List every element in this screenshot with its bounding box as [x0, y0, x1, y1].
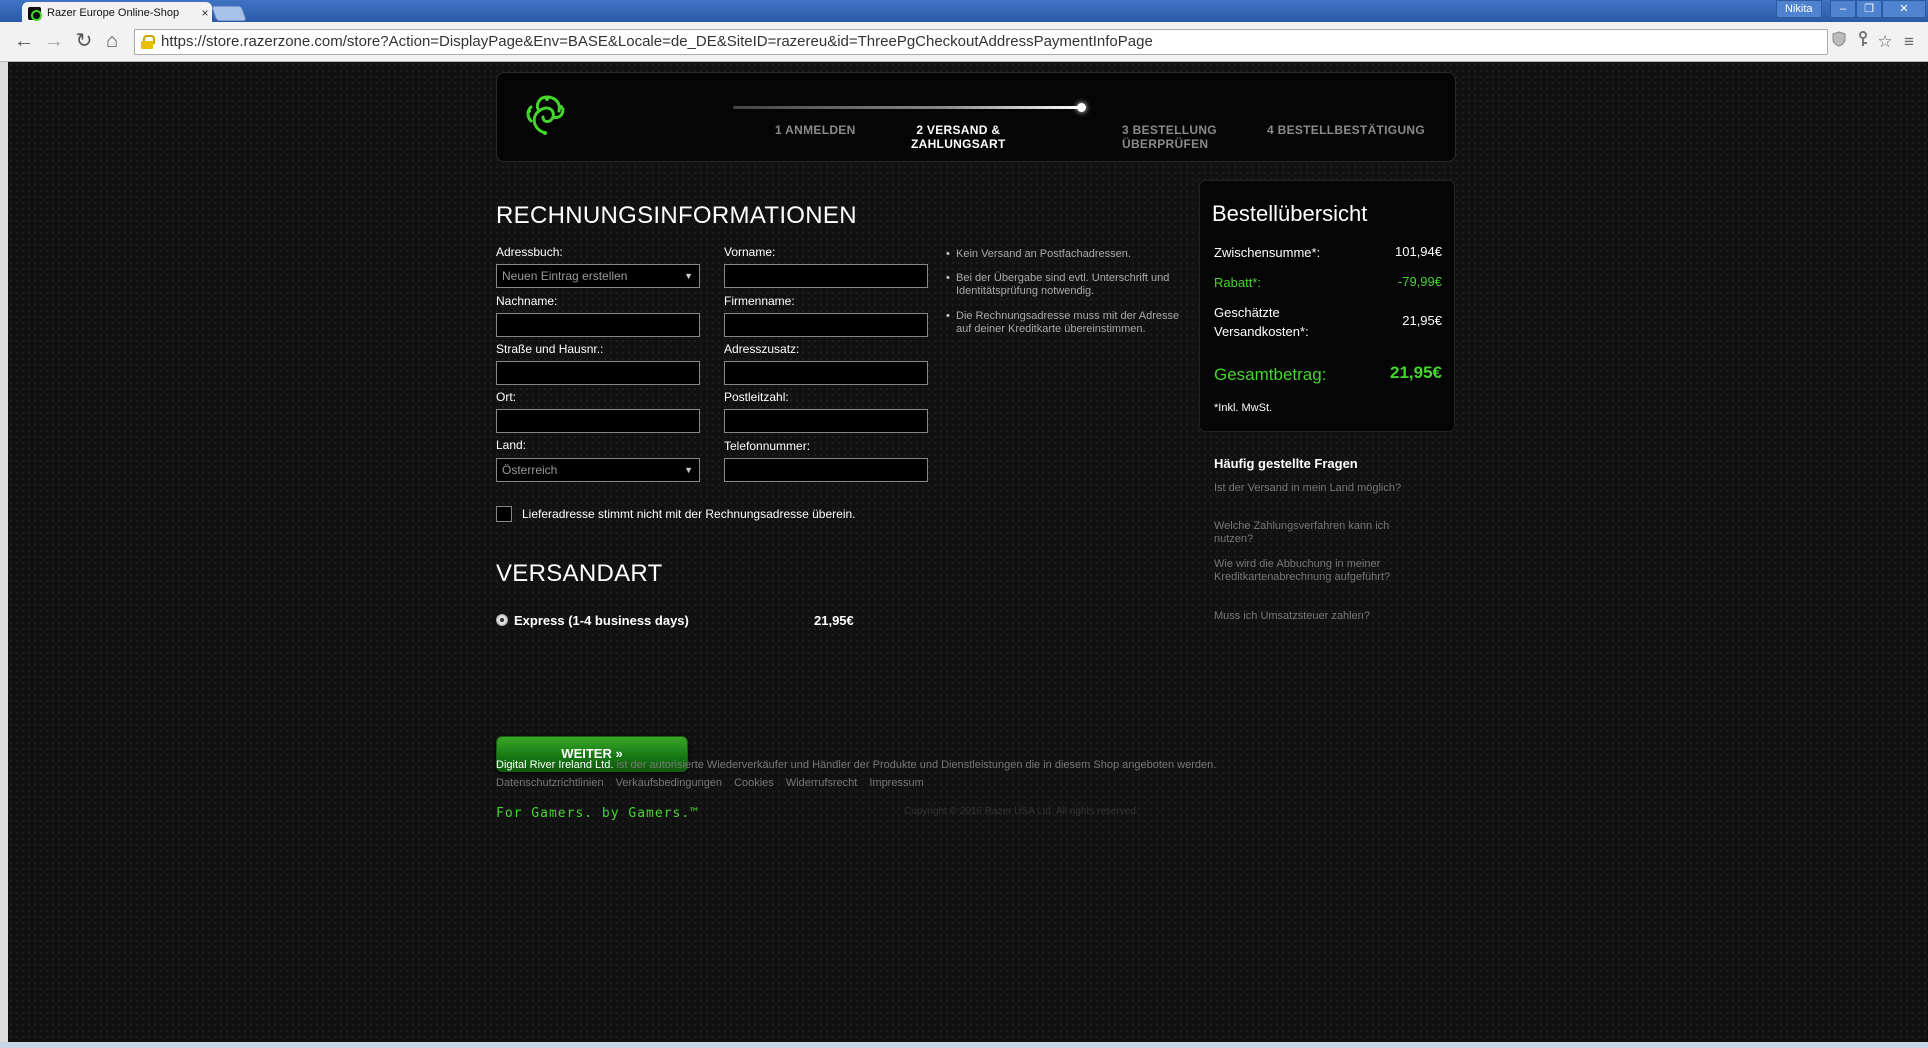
step-bestellung-ueberpruefen: 3 BESTELLUNG ÜBERPRÜFEN	[1122, 123, 1217, 151]
browser-toolbar: ← → ↻ ⌂ https://store.razerzone.com/stor…	[0, 22, 1928, 62]
shipping-differs-label: Lieferadresse stimmt nicht mit der Rechn…	[522, 507, 856, 521]
express-option-label: Express (1-4 business days)	[514, 613, 689, 628]
footer-company-text: ist der autorisierte Wiederverkäufer und…	[613, 759, 1217, 771]
city-input[interactable]	[496, 409, 700, 433]
phone-input[interactable]	[724, 458, 928, 482]
new-tab-button[interactable]	[211, 6, 247, 21]
footer-link-impressum[interactable]: Impressum	[869, 777, 923, 789]
checkout-progress-bar	[733, 106, 1083, 109]
note-item: Kein Versand an Postfachadressen.	[946, 248, 1196, 261]
express-radio[interactable]	[496, 614, 508, 626]
address-book-value: Neuen Eintrag erstellen	[502, 269, 628, 283]
maximize-button[interactable]: ❐	[1856, 0, 1882, 18]
firstname-label: Vorname:	[724, 245, 776, 259]
address-bar[interactable]: https://store.razerzone.com/store?Action…	[134, 29, 1828, 55]
minimize-button[interactable]: –	[1830, 0, 1856, 18]
note-item: Bei der Übergabe sind evtl. Unterschrift…	[946, 272, 1196, 298]
shipping-differs-checkbox[interactable]	[496, 506, 512, 522]
shipping-cost-value: 21,95€	[1402, 313, 1442, 328]
subtotal-value: 101,94€	[1395, 244, 1442, 259]
lastname-label: Nachname:	[496, 294, 558, 308]
chevron-down-icon: ▼	[684, 271, 693, 281]
billing-title: RECHNUNGSINFORMATIONEN	[496, 202, 857, 229]
vat-note: *Inkl. MwSt.	[1214, 402, 1273, 414]
chrome-menu-icon[interactable]: ≡	[1898, 30, 1920, 54]
footer-legal: Digital River Ireland Ltd. ist der autor…	[496, 759, 1216, 771]
footer-slogan: For Gamers. by Gamers.™	[496, 806, 700, 821]
checkout-header: 1 ANMELDEN 2 VERSAND & ZAHLUNGSART 3 BES…	[496, 72, 1456, 162]
express-option-price: 21,95€	[814, 613, 854, 628]
lock-icon	[141, 35, 155, 49]
step-anmelden: 1 ANMELDEN	[775, 123, 856, 137]
country-label: Land:	[496, 438, 527, 452]
url-text: https://store.razerzone.com/store?Action…	[161, 33, 1153, 50]
shipping-title: VERSANDART	[496, 560, 663, 587]
zip-label: Postleitzahl:	[724, 390, 789, 404]
tab-close-icon[interactable]: ×	[198, 6, 212, 20]
taskbar	[0, 1042, 1928, 1048]
faq-link[interactable]: Wie wird die Abbuchung in meiner Kreditk…	[1214, 558, 1414, 584]
city-label: Ort:	[496, 390, 516, 404]
faq-link[interactable]: Welche Zahlungsverfahren kann ich nutzen…	[1214, 520, 1414, 546]
footer-link-widerrufsrecht[interactable]: Widerrufsrecht	[786, 777, 858, 789]
profile-button[interactable]: Nikita	[1776, 0, 1822, 18]
total-value: 21,95€	[1390, 363, 1442, 382]
country-value: Österreich	[502, 463, 558, 477]
note-item: Die Rechnungsadresse muss mit der Adress…	[946, 310, 1196, 336]
footer-link-verkaufsbedingungen[interactable]: Verkaufsbedingungen	[616, 777, 722, 789]
page-content: 1 ANMELDEN 2 VERSAND & ZAHLUNGSART 3 BES…	[8, 62, 1928, 1042]
step-versand-zahlungsart: 2 VERSAND & ZAHLUNGSART	[911, 123, 1006, 151]
key-extension-icon[interactable]	[1852, 30, 1874, 54]
step-bestellbestaetigung: 4 BESTELLBESTÄTIGUNG	[1267, 123, 1426, 137]
zip-input[interactable]	[724, 409, 928, 433]
lastname-input[interactable]	[496, 313, 700, 337]
address2-label: Adresszusatz:	[724, 342, 800, 356]
browser-tab[interactable]: Razer Europe Online-Shop ×	[22, 2, 212, 24]
order-summary: Bestellübersicht Zwischensumme*: 101,94€…	[1199, 180, 1455, 432]
company-label: Firmenname:	[724, 294, 795, 308]
summary-title: Bestellübersicht	[1212, 201, 1368, 226]
footer-link-datenschutz[interactable]: Datenschutzrichtlinien	[496, 777, 604, 789]
home-button[interactable]: ⌂	[100, 30, 124, 54]
faq-title: Häufig gestellte Fragen	[1214, 456, 1358, 471]
forward-button[interactable]: →	[42, 30, 66, 54]
shipping-cost-label: Geschätzte Versandkosten*:	[1214, 305, 1309, 339]
shield-extension-icon[interactable]	[1828, 30, 1850, 54]
subtotal-label: Zwischensumme*:	[1214, 245, 1321, 260]
total-label: Gesamtbetrag:	[1214, 365, 1327, 384]
company-input[interactable]	[724, 313, 928, 337]
faq-link[interactable]: Ist der Versand in mein Land möglich?	[1214, 482, 1414, 495]
address-book-select[interactable]: Neuen Eintrag erstellen ▼	[496, 264, 700, 288]
discount-value: -79,99€	[1397, 274, 1442, 289]
razer-favicon-icon	[28, 6, 42, 21]
reload-button[interactable]: ↻	[72, 30, 96, 54]
bookmark-star-icon[interactable]: ☆	[1874, 30, 1896, 54]
footer-copyright: Copyright © 2016 Razer USA Ltd. All righ…	[904, 806, 1139, 817]
window-left-border	[0, 62, 8, 1042]
country-select[interactable]: Österreich ▼	[496, 458, 700, 482]
firstname-input[interactable]	[724, 264, 928, 288]
back-button[interactable]: ←	[12, 30, 36, 54]
tab-title: Razer Europe Online-Shop	[47, 7, 180, 19]
phone-label: Telefonnummer:	[724, 439, 811, 453]
street-input[interactable]	[496, 361, 700, 385]
faq-link[interactable]: Muss ich Umsatzsteuer zahlen?	[1214, 610, 1414, 623]
close-window-button[interactable]: ✕	[1882, 0, 1926, 18]
chevron-down-icon: ▼	[684, 465, 693, 475]
window-titlebar: Razer Europe Online-Shop × Nikita – ❐ ✕	[0, 0, 1928, 24]
street-label: Straße und Hausnr.:	[496, 342, 604, 356]
footer-link-cookies[interactable]: Cookies	[734, 777, 774, 789]
progress-marker	[1077, 103, 1086, 112]
discount-label: Rabatt*:	[1214, 275, 1261, 290]
footer-company: Digital River Ireland Ltd.	[496, 759, 614, 771]
address-book-label: Adressbuch:	[496, 245, 563, 259]
address2-input[interactable]	[724, 361, 928, 385]
razer-logo-icon[interactable]	[517, 87, 573, 143]
footer-links: Datenschutzrichtlinien Verkaufsbedingung…	[496, 777, 924, 789]
